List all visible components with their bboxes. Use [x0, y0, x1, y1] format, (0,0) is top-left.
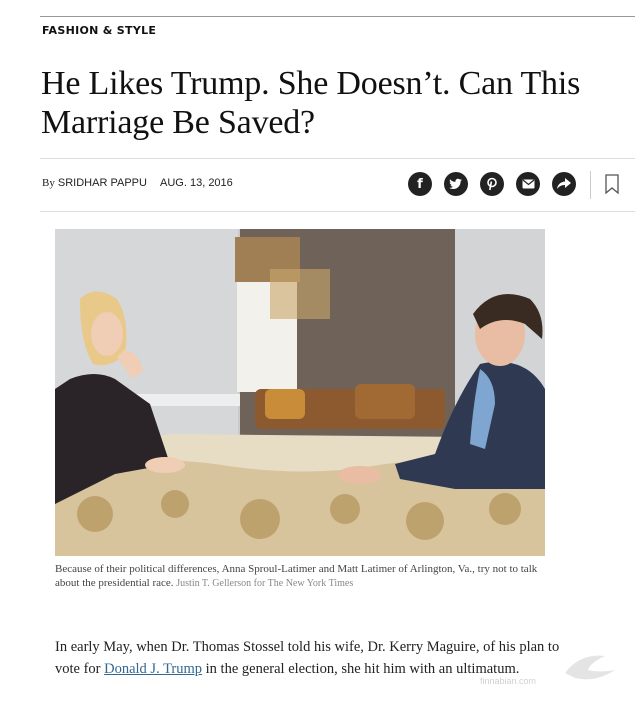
headline: He Likes Trump. She Doesn’t. Can This Ma…: [41, 65, 581, 141]
watermark-logo: finnabian.com: [480, 655, 615, 686]
article-photo: [55, 229, 545, 556]
trump-link[interactable]: Donald J. Trump: [104, 661, 202, 677]
meta-row: By SRIDHAR PAPPU AUG. 13, 2016 f: [40, 158, 635, 212]
pinterest-icon[interactable]: [480, 172, 504, 196]
divider: [590, 171, 591, 199]
email-icon[interactable]: [516, 172, 540, 196]
twitter-icon[interactable]: [444, 172, 468, 196]
byline-prefix: By: [42, 177, 55, 189]
share-tools: f: [408, 172, 576, 196]
photo-credit: Justin T. Gellerson for The New York Tim…: [176, 578, 354, 589]
photo-caption: Because of their political differences, …: [55, 562, 545, 591]
bookmark-icon[interactable]: [605, 174, 619, 194]
byline: By SRIDHAR PAPPU AUG. 13, 2016: [42, 177, 233, 189]
facebook-icon[interactable]: f: [408, 172, 432, 196]
share-icon[interactable]: [552, 172, 576, 196]
byline-author[interactable]: SRIDHAR PAPPU: [58, 177, 147, 189]
watermark-text: finnabian.com: [480, 676, 536, 686]
publish-date: AUG. 13, 2016: [160, 177, 233, 189]
top-rule: [40, 16, 635, 17]
section-label[interactable]: FASHION & STYLE: [42, 24, 156, 37]
